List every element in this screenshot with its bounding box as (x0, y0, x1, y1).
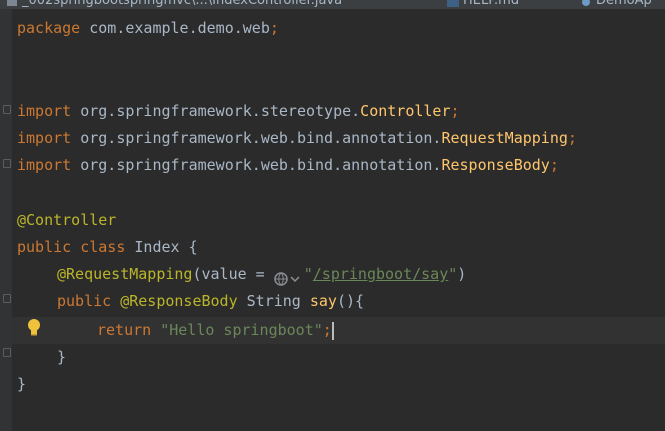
code-line-package: package com.example.demo.web; (17, 15, 279, 42)
tab-help-md[interactable]: HELP.md (447, 0, 519, 9)
import-class: Controller (360, 102, 451, 120)
fold-marker-icon[interactable] (3, 159, 11, 168)
tab-demoapplication[interactable]: DemoAp (580, 0, 652, 9)
return-type: String (237, 292, 310, 310)
annotation: @ResponseBody (120, 292, 238, 310)
code-line-close-method: } (57, 344, 66, 371)
import-class: RequestMapping (441, 129, 568, 147)
string-quote: " (448, 265, 458, 283)
file-tab-icon (6, 0, 18, 6)
semicolon: ; (269, 19, 279, 37)
markdown-icon (447, 0, 459, 7)
annotation-args-close: ) (457, 265, 467, 283)
annotation: @Controller (17, 211, 117, 229)
code-line-import: import org.springframework.web.bind.anno… (17, 125, 577, 152)
keyword: public (17, 238, 72, 256)
import-class: ResponseBody (441, 156, 550, 174)
tab-indexcontroller[interactable]: _002springbootspringmvc\...\IndexControl… (6, 0, 342, 9)
keyword: public (57, 292, 112, 310)
editor-tab-bar: _002springbootspringmvc\...\IndexControl… (0, 0, 665, 9)
tab-label: HELP.md (463, 0, 520, 8)
method-name: say (309, 292, 337, 310)
editor-gutter (0, 9, 12, 431)
code-editor[interactable]: package com.example.demo.web; import org… (12, 9, 665, 431)
annotation: @RequestMapping (57, 265, 193, 283)
keyword: import (17, 129, 72, 147)
code-line-request-mapping: @RequestMapping(value = "/springboot/say… (57, 261, 466, 288)
class-name: Index { (125, 238, 198, 256)
code-line-method-declaration: public @ResponseBody String say(){ (57, 288, 364, 315)
request-path-link[interactable]: /springboot/say (313, 265, 448, 283)
fold-marker-icon[interactable] (3, 105, 11, 114)
keyword: class (80, 238, 126, 256)
code-line-import: import org.springframework.stereotype.Co… (17, 98, 460, 125)
keyword: import (17, 156, 72, 174)
fold-marker-icon[interactable] (3, 294, 11, 303)
semicolon: ; (450, 102, 460, 120)
semicolon: ; (549, 156, 559, 174)
code-line-class-declaration: public class Index { (17, 234, 198, 261)
import-path: org.springframework.web.bind.annotation. (71, 156, 442, 174)
semicolon: ; (322, 321, 332, 339)
globe-icon[interactable] (274, 268, 304, 286)
annotation-args: (value = (192, 265, 274, 283)
fold-marker-icon[interactable] (3, 348, 11, 357)
closing-brace: } (17, 375, 27, 393)
tab-label: _002springbootspringmvc\...\IndexControl… (22, 0, 343, 8)
code-line-import: import org.springframework.web.bind.anno… (17, 152, 559, 179)
text-caret (331, 321, 334, 340)
closing-brace: } (57, 348, 67, 366)
code-line-controller-annotation: @Controller (17, 207, 116, 234)
keyword: package (17, 19, 81, 37)
tab-label: DemoAp (596, 0, 652, 8)
import-path: org.springframework.stereotype. (71, 102, 361, 120)
method-signature: (){ (336, 292, 365, 310)
string-quote: " (303, 265, 313, 283)
code-line-return: return "Hello springboot"; (97, 317, 334, 344)
code-line-close-class: } (17, 371, 26, 398)
keyword: import (17, 102, 72, 120)
package-name: com.example.demo.web (80, 19, 270, 37)
semicolon: ; (567, 129, 577, 147)
return-string: "Hello springboot" (160, 321, 323, 339)
file-tab-icon (580, 0, 592, 6)
keyword: return (97, 321, 152, 339)
import-path: org.springframework.web.bind.annotation. (71, 129, 442, 147)
